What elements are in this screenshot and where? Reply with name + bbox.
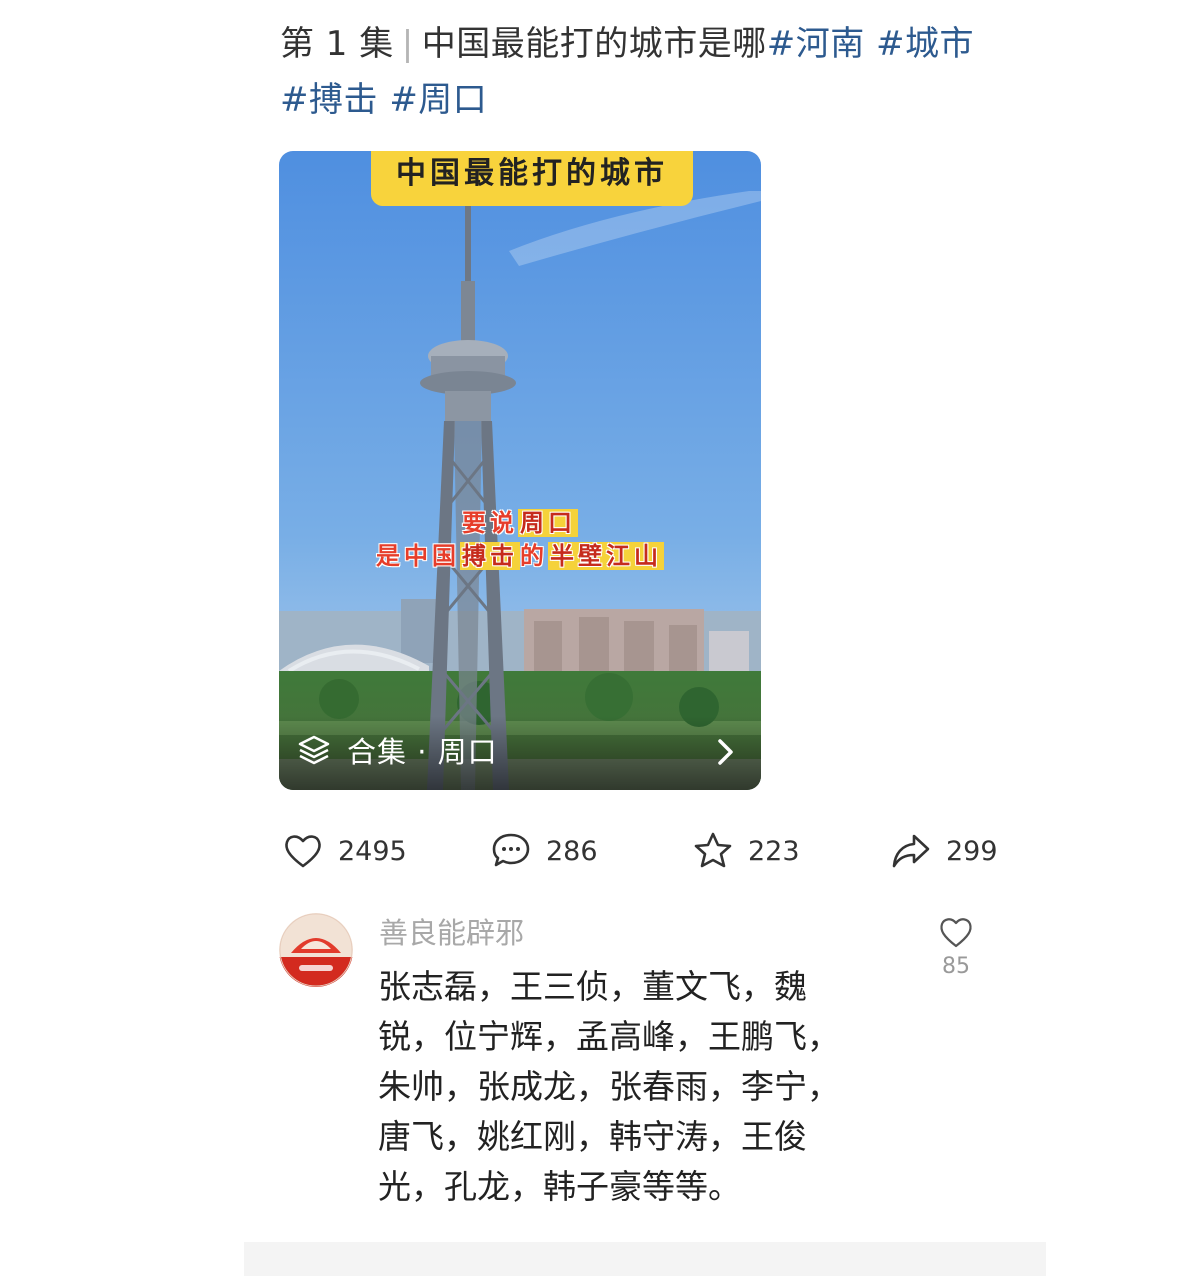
- video-thumbnail: [279, 151, 761, 790]
- comment-like-count: 85: [942, 954, 970, 979]
- post-page: 第 1 集 | 中国最能打的城市是哪#河南 #城市 #搏击 #周口 中国最能打的…: [0, 0, 1200, 1276]
- hashtag-zhoukou[interactable]: #周口: [389, 80, 487, 120]
- chevron-right-icon[interactable]: [715, 737, 737, 767]
- caption-line-1: 要说周口: [462, 509, 578, 537]
- favorite-count: 223: [748, 835, 800, 867]
- comment-line: 朱帅，张成龙，张春雨，李宁，: [378, 1067, 840, 1106]
- action-bar: 2495 286 223 299: [282, 826, 1002, 876]
- video-caption: 要说周口 是中国搏击的半壁江山: [279, 507, 761, 573]
- video-banner: 中国最能打的城市: [371, 151, 693, 206]
- heart-icon: [285, 835, 321, 868]
- comment-line: 锐，位宁辉，孟高峰，王鹏飞，: [378, 1017, 840, 1056]
- commenter-username[interactable]: 善良能辟邪: [379, 913, 524, 953]
- share-button[interactable]: 299: [890, 826, 998, 876]
- collection-label[interactable]: 合集 · 周口: [347, 735, 498, 769]
- next-item-strip: [244, 1242, 1046, 1276]
- comment-line: 唐飞，姚红刚，韩守涛，王俊: [378, 1117, 807, 1156]
- share-arrow-icon: [892, 834, 930, 868]
- caption-line-2: 是中国搏击的半壁江山: [376, 542, 664, 570]
- comment-bubble-icon: [492, 833, 530, 867]
- hashtag-henan[interactable]: #河南: [767, 24, 865, 64]
- comment-like-button[interactable]: 85: [934, 914, 978, 980]
- star-icon: [694, 832, 732, 868]
- favorite-button[interactable]: 223: [692, 826, 800, 876]
- layers-icon: [298, 735, 330, 765]
- share-count: 299: [946, 835, 998, 867]
- hashtag-fighting[interactable]: #搏击: [280, 80, 378, 120]
- heart-icon: [940, 918, 972, 948]
- avatar-image: [279, 913, 353, 987]
- like-count: 2495: [338, 835, 407, 867]
- post-title: 第 1 集 | 中国最能打的城市是哪#河南 #城市 #搏击 #周口: [280, 16, 1020, 128]
- comment-button[interactable]: 286: [490, 826, 598, 876]
- comment-line: 光，孔龙，韩子豪等等。: [378, 1167, 741, 1206]
- comment-line: 张志磊，王三侦，董文飞，魏: [378, 967, 807, 1006]
- comment-body: 张志磊，王三侦，董文飞，魏 锐，位宁辉，孟高峰，王鹏飞， 朱帅，张成龙，张春雨，…: [378, 962, 878, 1212]
- like-button[interactable]: 2495: [282, 826, 407, 876]
- episode-label: 第 1 集: [280, 24, 394, 64]
- title-separator: |: [401, 24, 414, 64]
- hashtag-city[interactable]: #城市: [876, 24, 974, 64]
- video-card[interactable]: 中国最能打的城市 要说周口 是中国搏击的半壁江山 合集 · 周口: [279, 151, 761, 790]
- avatar[interactable]: [279, 913, 353, 987]
- comment-count: 286: [546, 835, 598, 867]
- title-text: 中国最能打的城市是哪: [421, 24, 767, 64]
